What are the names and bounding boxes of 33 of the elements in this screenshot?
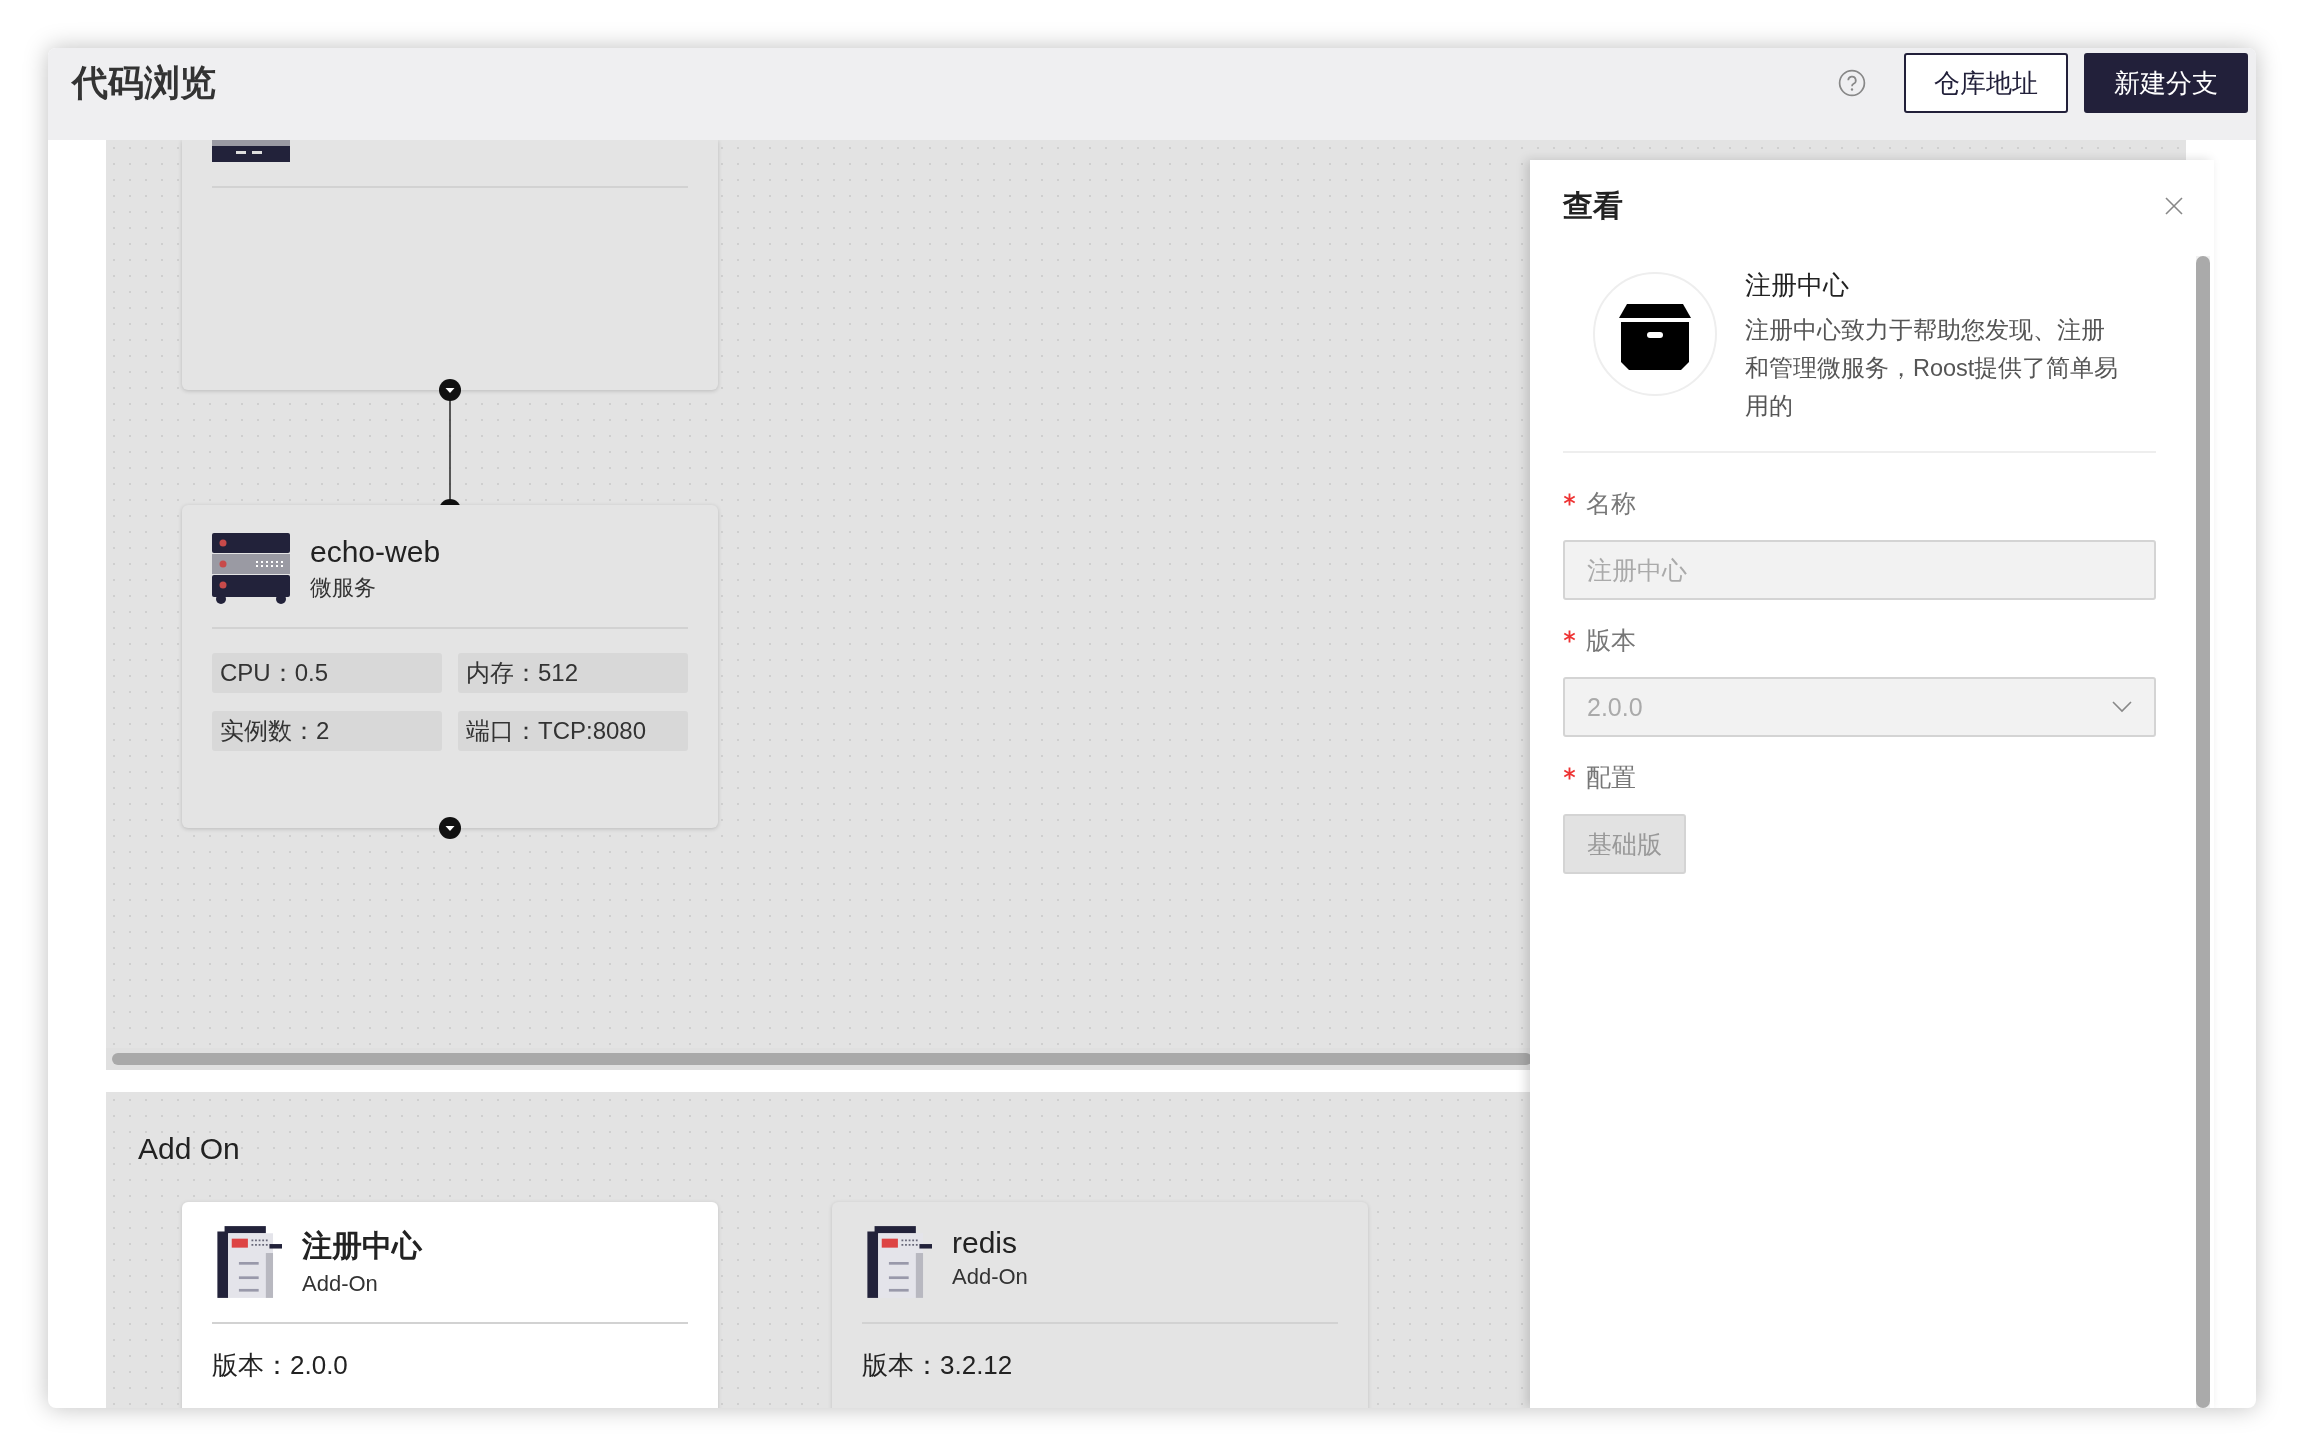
field-label: 名称 (1586, 488, 1636, 519)
close-icon[interactable] (2164, 196, 2184, 216)
new-branch-button[interactable]: 新建分支 (2084, 53, 2248, 113)
chevron-down-icon (2112, 701, 2132, 713)
page-title: 代码浏览 (72, 60, 216, 105)
section-title: Add On (138, 1132, 241, 1166)
service-name: echo-web (310, 535, 441, 569)
service-card[interactable]: echo-web 微服务 CPU：0.5 内存：512 实例数：2 端口：TCP:8080 (182, 505, 718, 828)
spec-chip: 实例数：2 (212, 711, 442, 751)
drawer-title: 查看 (1563, 187, 1623, 224)
spec-chip: 端口：TCP:8080 (458, 711, 688, 751)
addon-card[interactable]: 注册中心 Add-On 版本：2.0.0 (182, 1202, 718, 1408)
addon-version: 版本：3.2.12 (862, 1349, 1014, 1382)
repo-address-button[interactable]: 仓库地址 (1904, 53, 2068, 113)
scrollbar-thumb[interactable] (112, 1053, 1532, 1065)
spec-chip: CPU：0.5 (212, 653, 442, 693)
spec-chip: 内存：512 (458, 653, 688, 693)
server-icon (212, 140, 290, 162)
scrollbar-thumb[interactable] (2196, 256, 2210, 1408)
server-icon (212, 533, 290, 605)
addon-card[interactable]: redis Add-On 版本：3.2.12 (832, 1202, 1368, 1408)
addon-type: Add-On (952, 1264, 1028, 1290)
help-icon[interactable] (1838, 69, 1866, 97)
field-label: 配置 (1586, 762, 1636, 793)
addon-version: 版本：2.0.0 (212, 1349, 349, 1382)
service-type: 微服务 (310, 574, 377, 602)
addon-name: redis (952, 1226, 1019, 1260)
connector-handle[interactable] (438, 816, 462, 840)
app-name: 注册中心 (1745, 269, 1850, 302)
addon-name: 注册中心 (302, 1228, 422, 1264)
app-description: 注册中心致力于帮助您发现、注册和管理微服务，Roost提供了简单易用的 (1745, 316, 2120, 421)
addon-type: Add-On (302, 1271, 379, 1297)
field-label: 版本 (1586, 625, 1636, 656)
